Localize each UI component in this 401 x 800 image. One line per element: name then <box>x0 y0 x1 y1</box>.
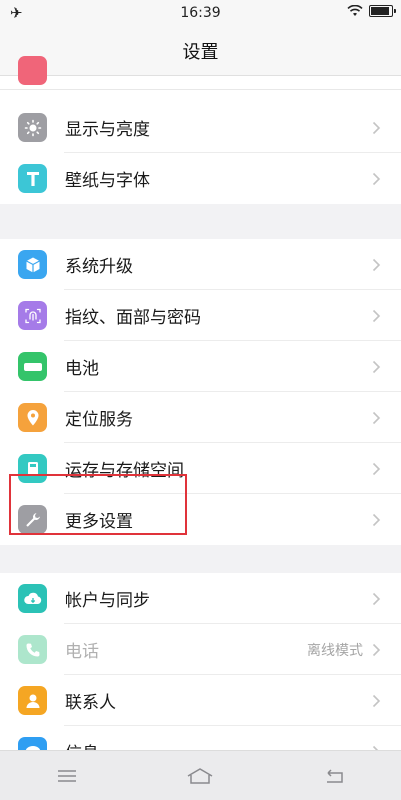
chevron-right-icon <box>369 172 383 186</box>
chevron-right-icon <box>369 462 383 476</box>
settings-group-display: 显示与亮度 壁纸与字体 <box>0 102 401 204</box>
wifi-icon <box>347 5 363 16</box>
settings-group-system: 系统升级 指纹、面部与密码 电池 定位服务 运存与存储空间 更多设置 <box>0 239 401 545</box>
title-bar: 设置 <box>0 26 401 76</box>
battery-icon <box>369 5 396 17</box>
settings-item-label: 帐户与同步 <box>65 591 150 611</box>
settings-item-wallpaper-font[interactable]: 壁纸与字体 <box>0 153 401 204</box>
cloud-sync-icon <box>18 584 47 613</box>
page-title: 设置 <box>182 41 219 63</box>
chevron-right-icon <box>369 121 383 135</box>
phone-icon <box>18 635 47 664</box>
settings-item-accounts-sync[interactable]: 帐户与同步 <box>0 573 401 624</box>
menu-button[interactable] <box>37 756 97 796</box>
font-t-icon <box>18 164 47 193</box>
contacts-icon <box>18 686 47 715</box>
status-bar: ✈ 16:39 <box>0 0 401 26</box>
settings-item-location[interactable]: 定位服务 <box>0 392 401 443</box>
chevron-right-icon <box>369 360 383 374</box>
chevron-right-icon <box>369 513 383 527</box>
settings-item-display-brightness[interactable]: 显示与亮度 <box>0 102 401 153</box>
chevron-right-icon <box>369 309 383 323</box>
settings-item-label: 电话 <box>65 642 99 662</box>
settings-item-contacts[interactable]: 联系人 <box>0 675 401 726</box>
storage-icon <box>18 454 47 483</box>
home-icon <box>188 767 213 784</box>
chevron-right-icon <box>369 592 383 606</box>
back-icon <box>327 768 343 783</box>
settings-item-battery[interactable]: 电池 <box>0 341 401 392</box>
settings-item-fingerprint-face-password[interactable]: 指纹、面部与密码 <box>0 290 401 341</box>
menu-icon <box>57 769 76 782</box>
chevron-right-icon <box>369 694 383 708</box>
settings-item-label: 电池 <box>65 359 99 379</box>
chevron-right-icon <box>369 643 383 657</box>
navigation-bar <box>0 750 401 800</box>
settings-item-label: 系统升级 <box>65 257 133 277</box>
chevron-right-icon <box>369 411 383 425</box>
settings-item-phone[interactable]: 电话 离线模式 <box>0 624 401 675</box>
settings-screen: ✈ 16:39 设置 显示与亮度 壁纸与字体 系统升级 指纹、面部与密码 电池 … <box>0 0 401 800</box>
settings-item-label: 指纹、面部与密码 <box>65 308 201 328</box>
settings-item-memory-storage[interactable]: 运存与存储空间 <box>0 443 401 494</box>
settings-item-system-update[interactable]: 系统升级 <box>0 239 401 290</box>
settings-list: 显示与亮度 壁纸与字体 系统升级 指纹、面部与密码 电池 定位服务 运存与存储空… <box>0 56 401 777</box>
settings-item-label: 运存与存储空间 <box>65 461 184 481</box>
status-time: 16:39 <box>180 5 221 21</box>
settings-item-label: 联系人 <box>65 693 116 713</box>
partial-list-item[interactable] <box>0 56 401 90</box>
settings-item-label: 壁纸与字体 <box>65 171 150 191</box>
settings-item-label: 显示与亮度 <box>65 120 150 140</box>
airplane-icon: ✈ <box>10 4 23 22</box>
phone-status-value: 离线模式 <box>307 642 363 659</box>
back-button[interactable] <box>304 756 364 796</box>
partial-item-icon <box>18 56 47 85</box>
fingerprint-icon <box>18 301 47 330</box>
brightness-icon <box>18 113 47 142</box>
location-icon <box>18 403 47 432</box>
home-button[interactable] <box>170 756 230 796</box>
settings-item-label: 更多设置 <box>65 512 133 532</box>
chevron-right-icon <box>369 258 383 272</box>
system-update-icon <box>18 250 47 279</box>
settings-group-accounts: 帐户与同步 电话 离线模式 联系人 <box>0 573 401 777</box>
settings-item-label: 定位服务 <box>65 410 133 430</box>
settings-item-more-settings[interactable]: 更多设置 <box>0 494 401 545</box>
battery-setting-icon <box>18 352 47 381</box>
wrench-icon <box>18 505 47 534</box>
